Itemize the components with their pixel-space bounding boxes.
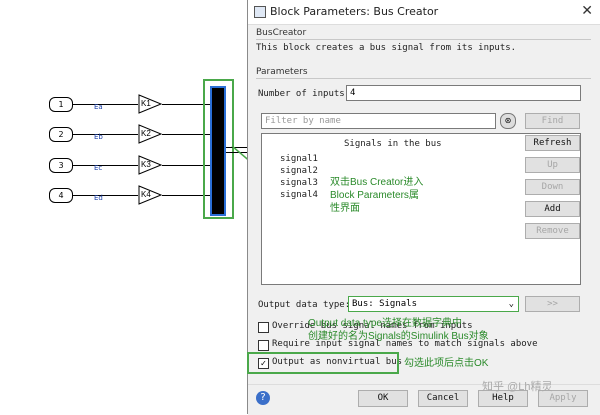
annotation-1: 双击Bus Creator进入 Block Parameters属 性界面 (330, 176, 423, 215)
title-bar: Block Parameters: Bus Creator ✕ (248, 0, 600, 25)
highlight-box-nonvirtual (247, 352, 399, 374)
simulink-block-icon (254, 6, 266, 18)
list-item[interactable]: signal2 (280, 166, 318, 176)
list-item[interactable]: signal1 (280, 154, 318, 164)
num-inputs-label: Number of inputs: (258, 89, 351, 99)
annotation-2: Output data type选择在数据字典中 创建好的名为Signals的S… (308, 317, 489, 343)
annotation-1-line2: Block Parameters属 (330, 190, 419, 201)
refresh-button[interactable]: Refresh (525, 135, 580, 151)
signals-header: Signals in the bus (344, 139, 442, 149)
annotation-2-line1: Output data type选择在数据字典中 (308, 318, 462, 329)
list-item[interactable]: signal3 (280, 178, 318, 188)
output-type-label: Output data type: (258, 300, 351, 310)
annotation-1-line3: 性界面 (330, 203, 360, 214)
remove-button[interactable]: Remove (525, 223, 580, 239)
annotation-3: 勾选此项后点击OK (404, 358, 489, 369)
override-checkbox[interactable] (258, 322, 269, 333)
divider (256, 78, 591, 79)
data-type-assistant-button[interactable]: >> (525, 296, 580, 312)
annotation-1-line1: 双击Bus Creator进入 (330, 177, 424, 188)
filter-input[interactable]: Filter by name (261, 113, 496, 129)
output-type-select[interactable]: Bus: Signals ⌄ (348, 296, 519, 312)
annotation-2-line2: 创建好的名为Signals的Simulink Bus对象 (308, 331, 489, 342)
parameters-header: Parameters (256, 67, 308, 77)
require-checkbox[interactable] (258, 340, 269, 351)
find-button[interactable]: Find (525, 113, 580, 129)
filter-options-icon[interactable]: ⊛ (500, 113, 516, 129)
dialog-title: Block Parameters: Bus Creator (270, 5, 439, 18)
up-button[interactable]: Up (525, 157, 580, 173)
add-button[interactable]: Add (525, 201, 580, 217)
watermark: 知乎 @Lh精灵 (482, 381, 553, 393)
help-icon[interactable]: ? (256, 391, 270, 405)
chevron-down-icon: ⌄ (508, 299, 514, 309)
ok-button[interactable]: OK (358, 390, 408, 407)
close-icon[interactable]: ✕ (581, 3, 593, 19)
block-type-label: BusCreator (256, 28, 307, 38)
block-description: This block creates a bus signal from its… (256, 43, 517, 53)
output-type-value: Bus: Signals (352, 299, 418, 309)
divider (256, 39, 591, 40)
cancel-button[interactable]: Cancel (418, 390, 468, 407)
down-button[interactable]: Down (525, 179, 580, 195)
num-inputs-field[interactable]: 4 (346, 85, 581, 101)
list-item[interactable]: signal4 (280, 190, 318, 200)
